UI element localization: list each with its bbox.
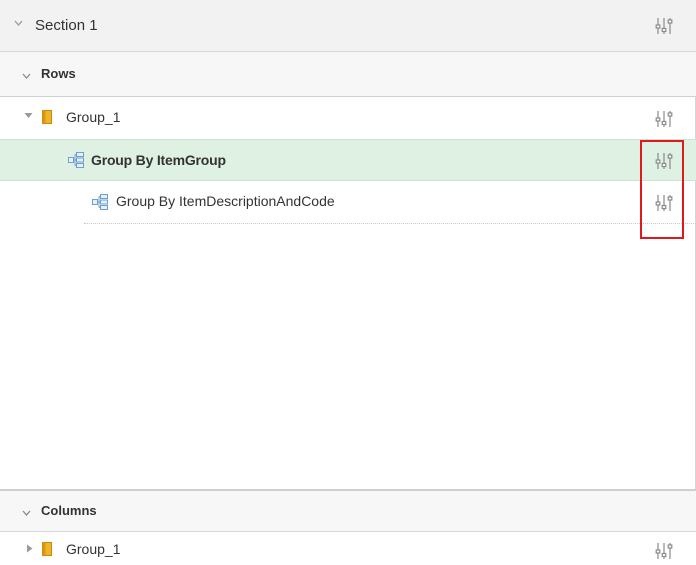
- sliders-icon[interactable]: [654, 151, 674, 171]
- columns-panel-title: Columns: [41, 503, 97, 518]
- tree-row-group-by-itemgroup[interactable]: Group By ItemGroup: [0, 139, 696, 181]
- group-by-icon: [92, 194, 108, 210]
- sliders-icon[interactable]: [654, 109, 674, 129]
- rows-panel-title: Rows: [41, 66, 76, 81]
- rows-tree: Group_1 Group By ItemGroup Group By Item…: [0, 97, 696, 489]
- group-by-icon: [68, 152, 84, 168]
- row-separator: [84, 223, 696, 224]
- caret-down-icon[interactable]: [24, 112, 33, 120]
- tree-row-group-by-itemdescription[interactable]: Group By ItemDescriptionAndCode: [0, 181, 696, 223]
- caret-down-icon[interactable]: [22, 509, 31, 517]
- tree-row-group-1[interactable]: Group_1: [0, 532, 696, 565]
- tree-row-label: Group_1: [66, 541, 121, 557]
- caret-right-icon[interactable]: [26, 544, 34, 553]
- sliders-icon[interactable]: [654, 193, 674, 213]
- folder-icon: [42, 110, 52, 124]
- sliders-icon[interactable]: [654, 16, 674, 36]
- section-header[interactable]: Section 1: [0, 0, 696, 52]
- caret-down-icon[interactable]: [22, 72, 31, 80]
- tree-row-label: Group By ItemDescriptionAndCode: [116, 193, 335, 209]
- tree-row-label: Group By ItemGroup: [91, 152, 226, 168]
- rows-panel-header[interactable]: Rows: [0, 52, 696, 97]
- report-layout-panel: Section 1 Rows Group_1 Group By ItemGrou…: [0, 0, 696, 565]
- folder-icon: [42, 542, 52, 556]
- columns-panel-header[interactable]: Columns: [0, 489, 696, 532]
- tree-row-group-1[interactable]: Group_1: [0, 97, 696, 139]
- caret-down-icon[interactable]: [14, 19, 23, 27]
- section-title: Section 1: [35, 17, 98, 34]
- tree-row-label: Group_1: [66, 109, 121, 125]
- columns-tree: Group_1: [0, 532, 696, 565]
- sliders-icon[interactable]: [654, 541, 674, 561]
